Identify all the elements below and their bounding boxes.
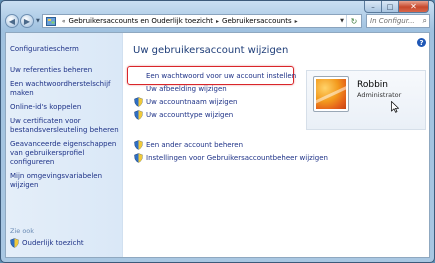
avatar [313,76,349,112]
search-placeholder: In Configur... [370,17,415,25]
user-role: Administrator [357,91,402,99]
breadcrumb-separator[interactable]: ▸ [295,18,298,25]
back-arrow-icon: ◀ [8,16,16,26]
change-account-name-link[interactable]: Uw accountnaam wijzigen [146,98,237,106]
control-panel-window: – □ ✕ ◀ ▶ ▼ « Gebruikersaccounts en Oude… [0,0,435,263]
refresh-button[interactable]: ↻ [346,15,361,27]
address-bar[interactable]: « Gebruikersaccounts en Ouderlijk toezic… [41,14,362,28]
breadcrumb-item[interactable]: Gebruikersaccounts [222,17,292,25]
task-link-credentials[interactable]: Uw referenties beheren [10,66,120,75]
uac-shield-icon [134,97,143,107]
task-pane: Configuratiescherm Uw referenties behere… [6,33,123,257]
parental-control-link[interactable]: Ouderlijk toezicht [22,239,84,247]
change-picture-link[interactable]: Uw afbeelding wijzigen [146,85,227,93]
navigation-bar: ◀ ▶ ▼ « Gebruikersaccounts en Ouderlijk … [5,13,430,29]
uac-shield-icon [134,140,143,150]
page-title: Uw gebruikersaccount wijzigen [133,45,289,56]
address-dropdown[interactable]: ▼ [338,18,346,24]
uac-shield-icon [134,153,143,163]
other-actions: Een ander account beheren Instellingen v… [134,139,328,165]
change-account-type-link[interactable]: Uw accounttype wijzigen [146,111,233,119]
action-item: Instellingen voor Gebruikersaccountbehee… [134,152,328,164]
task-link-environment-variables[interactable]: Mijn omgevingsvariabelen wijzigen [10,172,120,190]
user-tile: Robbin Administrator [306,70,426,130]
action-item: Uw accounttype wijzigen [134,109,296,121]
recent-pages-dropdown[interactable]: ▼ [36,18,40,24]
task-link-profile-properties[interactable]: Geavanceerde eigenschappen van gebruiker… [10,140,120,167]
forward-arrow-icon: ▶ [23,16,31,26]
uac-settings-link[interactable]: Instellingen voor Gebruikersaccountbehee… [146,154,328,162]
see-also-heading: Zie ook [10,227,35,235]
content-area: Configuratiescherm Uw referenties behere… [5,32,430,258]
main-pane: ? Uw gebruikersaccount wijzigen Een wach… [123,33,429,257]
help-icon[interactable]: ? [417,38,426,47]
action-item: Uw accountnaam wijzigen [134,96,296,108]
manage-other-account-link[interactable]: Een ander account beheren [146,141,243,149]
task-link-password-reset-disk[interactable]: Een wachtwoordherstelschijf maken [10,80,120,98]
account-actions: Een wachtwoord voor uw account instellen… [134,70,296,122]
task-links: Uw referenties beheren Een wachtwoordher… [10,66,120,195]
uac-shield-icon [10,238,19,248]
maximize-button[interactable]: □ [382,1,399,13]
back-button[interactable]: ◀ [5,14,19,28]
search-input[interactable]: In Configur... ⌕ [366,14,430,28]
breadcrumb-item[interactable]: Gebruikersaccounts en Ouderlijk toezicht [69,17,213,25]
task-link-online-ids[interactable]: Online-id's koppelen [10,103,120,112]
search-icon[interactable]: ⌕ [423,16,427,26]
task-link-encryption-certificates[interactable]: Uw certificaten voor bestandsversleuteli… [10,117,120,135]
action-item: Een wachtwoord voor uw account instellen [134,70,296,82]
close-button[interactable]: ✕ [399,1,429,13]
breadcrumb-overflow[interactable]: « [62,18,66,25]
parental-control-item[interactable]: Ouderlijk toezicht [10,238,84,248]
forward-button[interactable]: ▶ [20,14,34,28]
control-panel-icon [45,16,56,26]
user-picture [316,79,346,109]
minimize-button[interactable]: – [364,1,382,13]
user-name: Robbin [357,80,388,90]
action-item: Een ander account beheren [134,139,328,151]
uac-shield-icon [134,110,143,120]
action-item: Uw afbeelding wijzigen [134,83,296,95]
breadcrumb-separator[interactable]: ▸ [216,18,219,25]
mouse-cursor-icon [391,101,399,113]
control-panel-home-link[interactable]: Configuratiescherm [10,45,79,53]
set-password-link[interactable]: Een wachtwoord voor uw account instellen [146,72,296,80]
